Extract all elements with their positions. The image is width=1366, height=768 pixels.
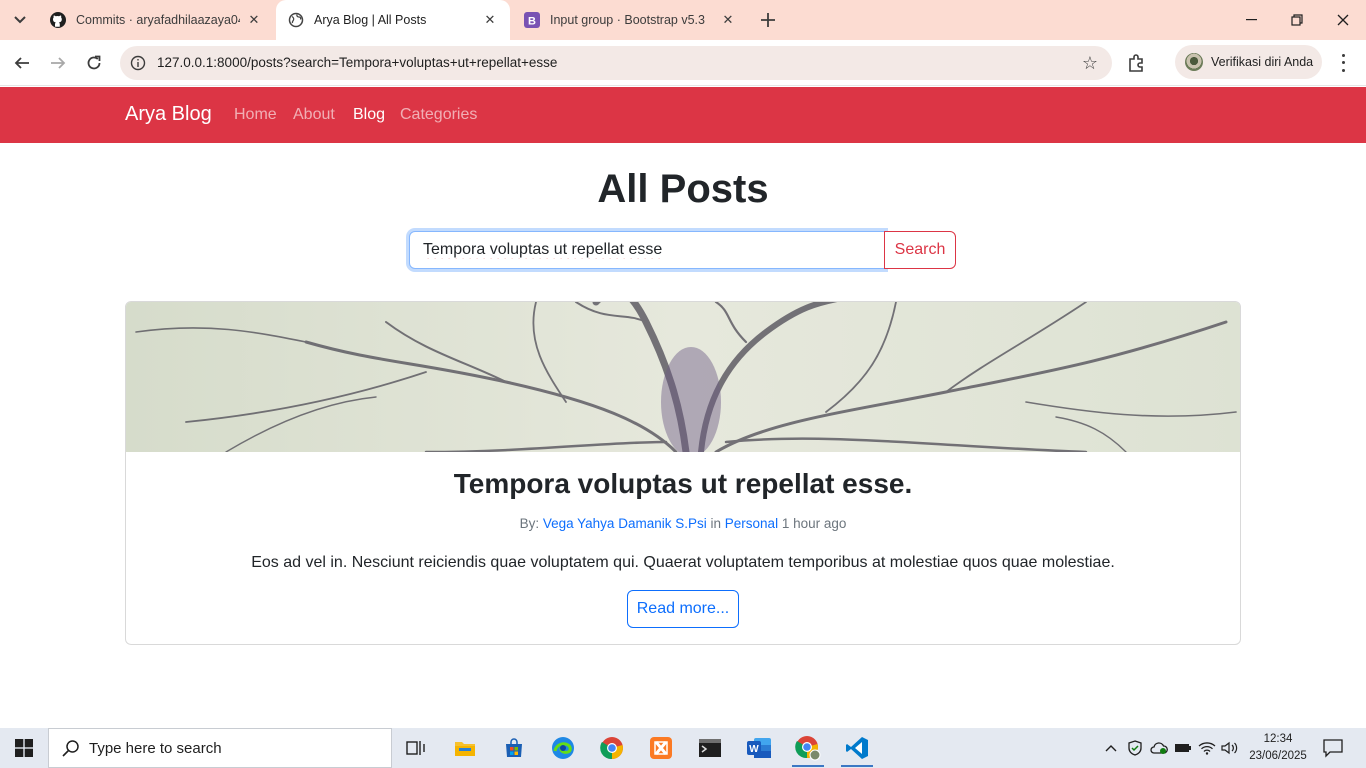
taskbar-search[interactable]: Type here to search xyxy=(48,728,392,768)
avatar xyxy=(1185,53,1203,71)
close-window-button[interactable] xyxy=(1320,0,1366,40)
taskbar-search-placeholder: Type here to search xyxy=(89,739,222,757)
tab-title: Arya Blog | All Posts xyxy=(314,13,427,27)
bootstrap-icon: B xyxy=(524,12,540,28)
restore-icon xyxy=(1291,14,1303,26)
tab-title: Commits · aryafadhilaazaya04/L xyxy=(76,13,240,27)
browser-tab-strip: Commits · aryafadhilaazaya04/L ✕ Arya Bl… xyxy=(0,0,1366,40)
taskbar-clock[interactable]: 12:34 23/06/2025 xyxy=(1245,731,1311,765)
close-icon[interactable]: ✕ xyxy=(246,12,262,28)
meta-in: in xyxy=(710,516,722,531)
site-info-icon[interactable] xyxy=(130,55,146,71)
microsoft-store-icon[interactable] xyxy=(490,728,538,768)
address-bar[interactable]: 127.0.0.1:8000/posts?search=Tempora+volu… xyxy=(120,46,1112,80)
file-explorer-icon[interactable] xyxy=(441,728,489,768)
browser-toolbar: 127.0.0.1:8000/posts?search=Tempora+volu… xyxy=(0,40,1366,86)
arrow-right-icon xyxy=(51,57,66,69)
chrome-profile-icon[interactable] xyxy=(784,728,832,768)
nav-link-home[interactable]: Home xyxy=(234,106,277,124)
close-icon xyxy=(1337,14,1349,26)
xampp-icon[interactable] xyxy=(637,728,685,768)
svg-text:B: B xyxy=(528,16,536,28)
tab-bootstrap-input-group[interactable]: B Input group · Bootstrap v5.3 ✕ xyxy=(512,0,748,40)
globe-icon xyxy=(288,12,304,28)
volume-icon[interactable] xyxy=(1221,740,1239,756)
start-button[interactable] xyxy=(0,728,48,768)
forward-button[interactable] xyxy=(44,49,72,77)
windows-logo-icon xyxy=(15,739,33,757)
tree-branches-image xyxy=(126,302,1240,457)
vscode-icon[interactable] xyxy=(833,728,881,768)
browser-menu-icon[interactable] xyxy=(1333,52,1353,74)
meta-prefix: By: xyxy=(519,516,540,531)
plus-icon xyxy=(761,13,775,27)
cloud-sync-icon[interactable] xyxy=(1150,740,1168,756)
search-input[interactable] xyxy=(409,231,885,269)
restore-button[interactable] xyxy=(1274,0,1320,40)
close-icon[interactable]: ✕ xyxy=(720,12,736,28)
post-card: Tempora voluptas ut repellat esse. By: V… xyxy=(125,301,1241,645)
defender-shield-icon[interactable] xyxy=(1126,740,1144,756)
chrome-icon[interactable] xyxy=(588,728,636,768)
tab-github-commits[interactable]: Commits · aryafadhilaazaya04/L ✕ xyxy=(38,0,274,40)
nav-link-blog[interactable]: Blog xyxy=(353,106,385,124)
battery-icon[interactable] xyxy=(1174,740,1192,756)
tab-arya-blog[interactable]: Arya Blog | All Posts ✕ xyxy=(276,0,510,40)
wifi-icon[interactable] xyxy=(1198,740,1216,756)
site-navbar: Arya Blog Home About Blog Categories xyxy=(0,87,1366,143)
post-meta: By: Vega Yahya Damanik S.Psi in Personal… xyxy=(126,516,1240,531)
tab-title: Input group · Bootstrap v5.3 xyxy=(550,13,705,27)
chevron-down-icon xyxy=(14,16,26,24)
new-tab-button[interactable] xyxy=(756,8,780,32)
close-icon[interactable]: ✕ xyxy=(482,12,498,28)
search-icon xyxy=(62,740,79,757)
word-icon[interactable]: W xyxy=(735,728,783,768)
clock-date: 23/06/2025 xyxy=(1249,750,1307,762)
task-view-icon[interactable] xyxy=(392,728,440,768)
nav-link-about[interactable]: About xyxy=(293,106,335,124)
chevron-up-icon[interactable] xyxy=(1102,740,1120,756)
read-more-button[interactable]: Read more... xyxy=(627,590,739,628)
bookmark-star-icon[interactable]: ☆ xyxy=(1082,53,1098,74)
terminal-icon[interactable] xyxy=(686,728,734,768)
minimize-button[interactable] xyxy=(1228,0,1274,40)
post-image xyxy=(126,302,1240,457)
minimize-icon xyxy=(1245,19,1257,21)
profile-button[interactable]: Verifikasi diri Anda xyxy=(1175,45,1322,79)
search-button[interactable]: Search xyxy=(884,231,956,269)
notification-center-icon[interactable] xyxy=(1322,738,1344,758)
author-link[interactable]: Vega Yahya Damanik S.Psi xyxy=(543,516,707,531)
extensions-icon[interactable] xyxy=(1126,52,1148,74)
search-form: Search xyxy=(409,231,956,269)
clock-time: 12:34 xyxy=(1263,733,1293,745)
github-icon xyxy=(50,12,66,28)
back-button[interactable] xyxy=(8,49,36,77)
reload-button[interactable] xyxy=(80,49,108,77)
windows-taskbar: Type here to search W 12:34 23/06/2025 xyxy=(0,728,1366,768)
reload-icon xyxy=(87,55,101,70)
page-title: All Posts xyxy=(597,167,769,211)
post-title[interactable]: Tempora voluptas ut repellat esse. xyxy=(126,468,1240,500)
profile-label: Verifikasi diri Anda xyxy=(1211,55,1314,69)
edge-icon[interactable] xyxy=(539,728,587,768)
tab-search-button[interactable] xyxy=(6,6,34,34)
svg-text:W: W xyxy=(749,744,759,755)
navbar-brand[interactable]: Arya Blog xyxy=(125,103,212,126)
post-excerpt: Eos ad vel in. Nesciunt reiciendis quae … xyxy=(251,554,1115,571)
category-link[interactable]: Personal xyxy=(725,516,778,531)
post-time: 1 hour ago xyxy=(781,516,847,531)
nav-link-categories[interactable]: Categories xyxy=(400,106,477,124)
url-text[interactable]: 127.0.0.1:8000/posts?search=Tempora+volu… xyxy=(157,55,557,70)
arrow-left-icon xyxy=(14,57,29,69)
